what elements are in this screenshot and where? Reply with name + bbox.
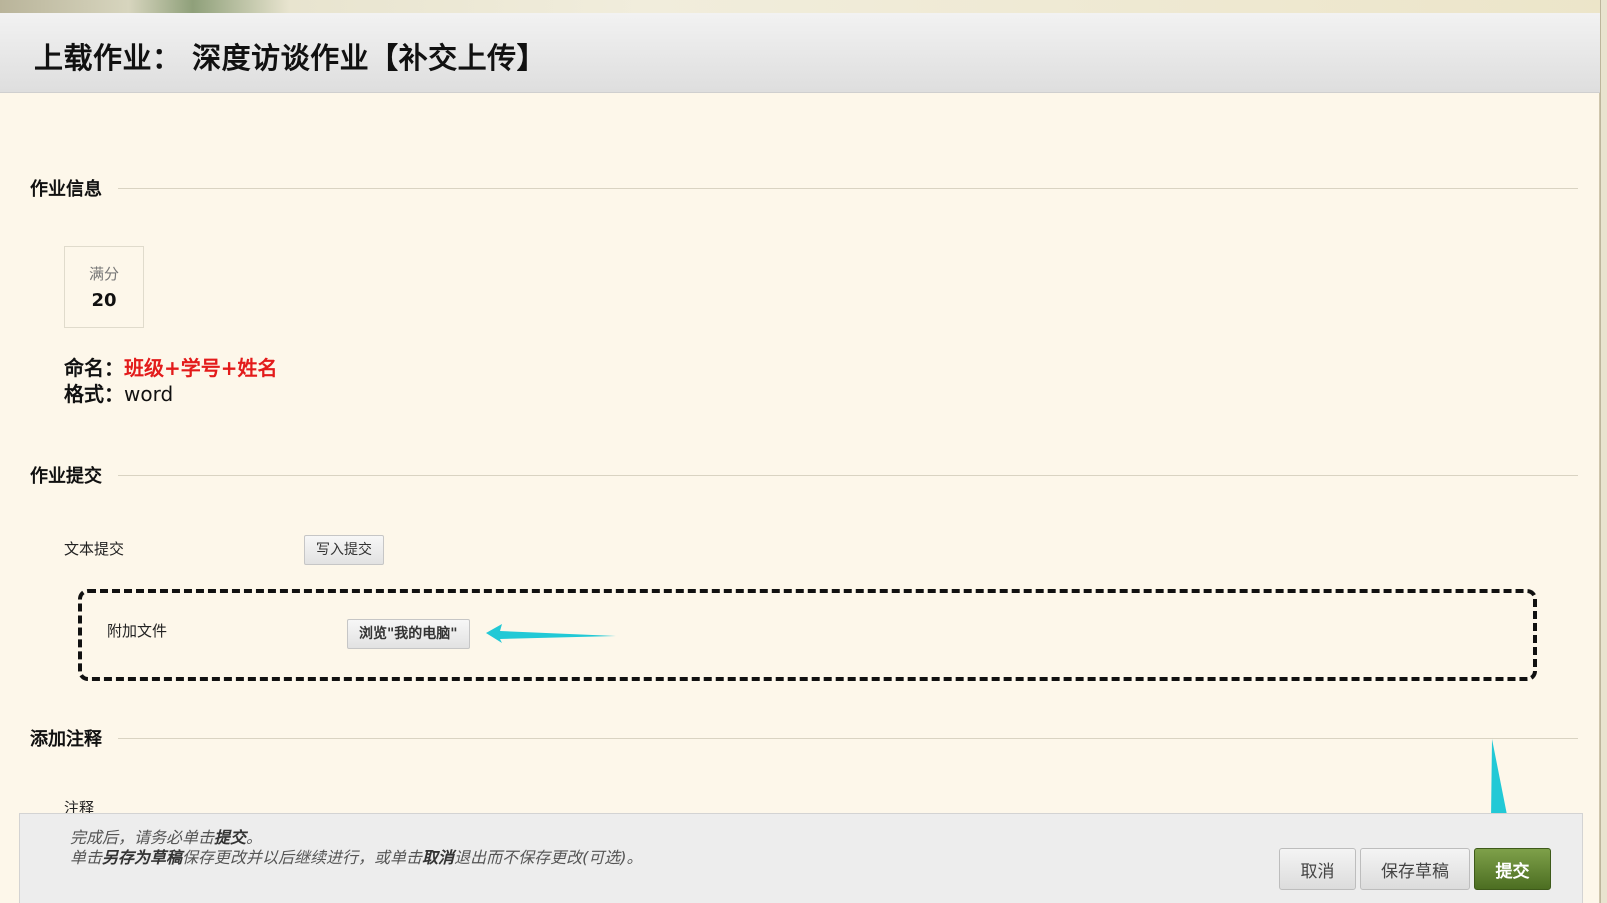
hint-emphasis: 另存为草稿 <box>102 848 183 867</box>
attach-file-label: 附加文件 <box>107 622 168 640</box>
section-assignment-info: 作业信息 <box>30 176 1578 200</box>
browse-my-computer-button[interactable]: 浏览"我的电脑" <box>347 619 470 649</box>
decorative-banner <box>0 0 1607 13</box>
section-divider <box>118 474 1578 476</box>
hint-text: 。 <box>246 828 263 847</box>
section-title-notes: 添加注释 <box>30 729 102 750</box>
save-draft-button[interactable]: 保存草稿 <box>1360 848 1470 890</box>
hint-emphasis: 提交 <box>214 828 247 847</box>
submit-action-bar: 完成后，请务必单击提交。 单击另存为草稿保存更改并以后继续进行，或单击取消退出而… <box>19 813 1583 903</box>
format-key: 格式： <box>64 382 124 406</box>
section-add-notes: 添加注释 <box>30 726 1578 750</box>
write-submission-button[interactable]: 写入提交 <box>304 535 384 565</box>
hint-text: 保存更改并以后继续进行，或单击 <box>182 848 423 867</box>
page-title: 上载作业： 深度访谈作业【补交上传】 <box>34 41 547 75</box>
window-scrollbar[interactable] <box>1600 0 1607 903</box>
attach-file-highlight <box>78 589 1537 681</box>
section-divider <box>118 187 1578 189</box>
section-assignment-submission: 作业提交 <box>30 463 1578 487</box>
text-submission-label: 文本提交 <box>64 540 125 558</box>
submit-hint: 完成后，请务必单击提交。 单击另存为草稿保存更改并以后继续进行，或单击取消退出而… <box>70 828 643 868</box>
max-score-box: 满分 20 <box>64 246 144 328</box>
page-header: 上载作业： 深度访谈作业【补交上传】 <box>0 13 1600 93</box>
hint-text: 完成后，请务必单击 <box>70 828 215 847</box>
section-divider <box>118 737 1578 739</box>
page-content <box>0 13 1600 903</box>
max-score-label: 满分 <box>88 265 119 283</box>
cancel-button[interactable]: 取消 <box>1279 848 1356 890</box>
naming-value: 班级+学号+姓名 <box>124 356 278 380</box>
naming-line: 命名：班级+学号+姓名 <box>64 355 278 381</box>
format-value: word <box>124 382 174 406</box>
hint-text: 退出而不保存更改(可选)。 <box>454 848 643 867</box>
format-line: 格式：word <box>64 381 278 407</box>
section-title-submission: 作业提交 <box>30 466 102 487</box>
hint-line-1: 完成后，请务必单击提交。 <box>70 828 643 848</box>
submit-button[interactable]: 提交 <box>1474 848 1551 890</box>
hint-line-2: 单击另存为草稿保存更改并以后继续进行，或单击取消退出而不保存更改(可选)。 <box>70 848 643 868</box>
section-title-info: 作业信息 <box>30 179 102 200</box>
hint-text: 单击 <box>70 848 103 867</box>
naming-key: 命名： <box>64 356 124 380</box>
assignment-instructions: 命名：班级+学号+姓名 格式：word <box>64 355 278 407</box>
max-score-value: 20 <box>91 290 117 311</box>
hint-emphasis: 取消 <box>422 848 455 867</box>
